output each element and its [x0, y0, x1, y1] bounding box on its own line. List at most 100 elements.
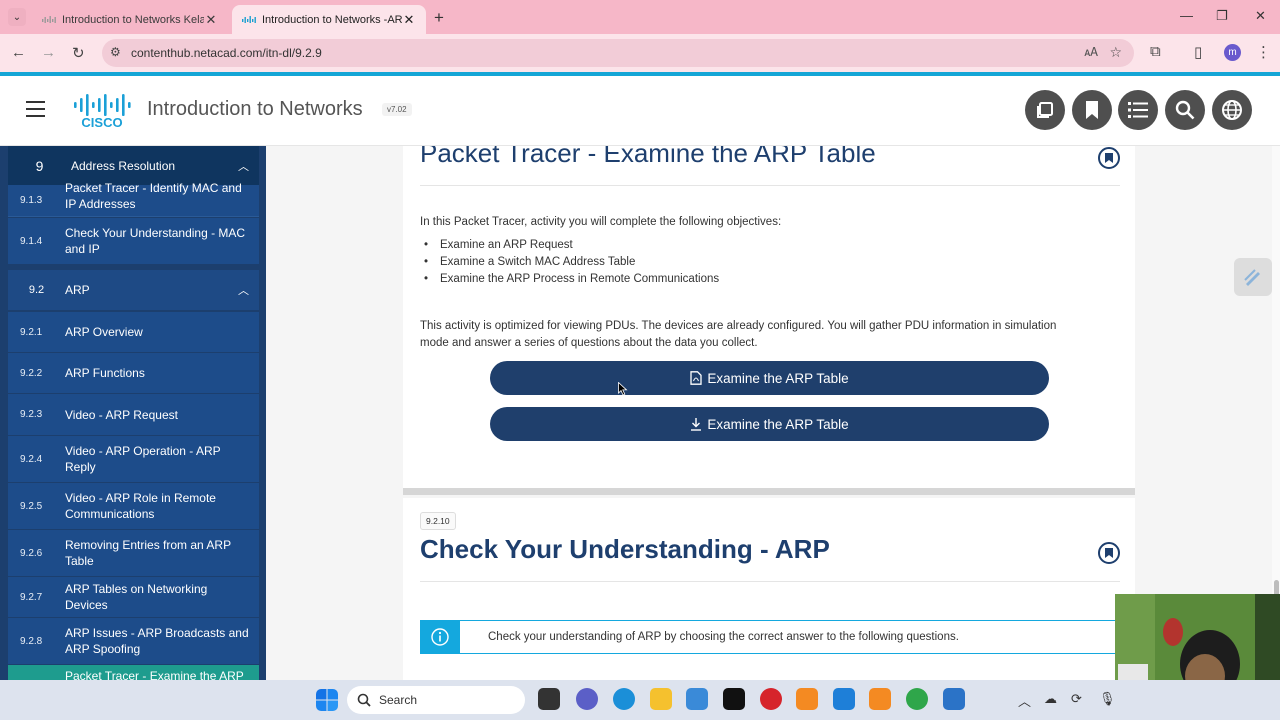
store-icon[interactable]	[686, 688, 708, 710]
list-item: Examine an ARP Request	[420, 237, 719, 254]
chrome-icon[interactable]	[906, 688, 928, 710]
forward-arrow-icon[interactable]: →	[41, 44, 56, 61]
sidebar-item-9-2-4[interactable]: 9.2.4 Video - ARP Operation - ARP Reply	[8, 436, 259, 482]
notepad-icon[interactable]	[943, 688, 965, 710]
hamburger-menu-icon[interactable]	[26, 101, 45, 117]
section-label: ARP	[65, 283, 90, 297]
xampp-icon[interactable]	[796, 688, 818, 710]
url-text[interactable]: contenthub.netacad.com/itn-dl/9.2.9	[131, 46, 322, 60]
item-label: Packet Tracer - Examine the ARP	[65, 669, 244, 680]
sidebar-section-9-2[interactable]: 9.2 ARP ︿	[8, 270, 259, 310]
instructions-pdf-button[interactable]: Examine the ARP Table	[490, 361, 1049, 395]
sidebar-item-9-1-4[interactable]: 9.1.4 Check Your Understanding - MAC and…	[8, 218, 259, 264]
stacked-windows-icon	[1037, 102, 1053, 118]
minimize-icon[interactable]: —	[1180, 8, 1193, 23]
task-view-icon[interactable]	[538, 688, 560, 710]
version-badge: v7.02	[382, 103, 412, 116]
search-button[interactable]	[1165, 90, 1205, 130]
new-tab-plus-icon[interactable]: +	[434, 8, 444, 28]
item-label: Removing Entries from an ARP Table	[65, 538, 231, 568]
sidebar-item-9-2-6[interactable]: 9.2.6 Removing Entries from an ARP Table	[8, 530, 259, 576]
taskbar-search-box[interactable]: Search	[347, 686, 525, 714]
window-close-icon[interactable]: ✕	[1255, 8, 1266, 24]
pencil-icon	[1244, 269, 1260, 286]
browser-tab-1[interactable]: Introduction to Networks Kelas ✕	[32, 5, 228, 34]
section-number-badge: 9.2.10	[420, 512, 456, 530]
item-label: ARP Overview	[65, 325, 143, 339]
list-icon	[1128, 102, 1148, 118]
extensions-icon[interactable]: ⧉	[1150, 43, 1161, 60]
reload-icon[interactable]: ↻	[72, 44, 85, 62]
download-pka-button[interactable]: Examine the ARP Table	[490, 407, 1049, 441]
item-label: Packet Tracer - Identify MAC and IP Addr…	[65, 180, 242, 211]
edge-browser-icon[interactable]	[613, 688, 635, 710]
file-explorer-icon[interactable]	[650, 688, 672, 710]
bookmarks-button[interactable]	[1072, 90, 1112, 130]
download-icon	[690, 417, 702, 431]
cisco-favicon-icon	[42, 15, 56, 24]
close-tab-icon[interactable]: ✕	[204, 12, 218, 28]
floating-tool-button[interactable]	[1234, 258, 1272, 296]
info-icon	[420, 620, 460, 654]
item-label: ARP Issues - ARP Broadcasts and ARP Spoo…	[65, 626, 249, 656]
bookmark-icon	[1105, 548, 1113, 558]
tray-overflow-chevron-icon[interactable]: ︿	[1018, 691, 1031, 710]
language-button[interactable]	[1212, 90, 1252, 130]
index-button[interactable]	[1118, 90, 1158, 130]
profile-avatar[interactable]: m	[1224, 44, 1241, 61]
intellij-icon[interactable]	[723, 688, 745, 710]
opera-icon[interactable]	[760, 688, 782, 710]
translate-icon[interactable]: 🗚	[1084, 45, 1098, 60]
vscode-icon[interactable]	[833, 688, 855, 710]
cisco-favicon-icon	[242, 15, 256, 24]
item-number: 9.2.4	[20, 453, 43, 465]
chevron-up-icon[interactable]: ︿	[238, 158, 249, 174]
title-divider	[420, 581, 1120, 582]
xampp-icon[interactable]	[869, 688, 891, 710]
sync-icon[interactable]: ⟳	[1071, 691, 1082, 707]
info-text: Check your understanding of ARP by choos…	[488, 631, 959, 643]
item-label: Video - ARP Role in Remote Communication…	[65, 491, 216, 521]
site-info-icon[interactable]: ⚙	[110, 45, 121, 59]
item-number: 9.2.6	[20, 547, 43, 559]
course-navigation-sidebar: 9 Address Resolution ︿ 9.1.3 Packet Trac…	[0, 146, 266, 680]
bookmark-star-icon[interactable]: ☆	[1109, 44, 1122, 61]
sidebar-item-9-2-3[interactable]: 9.2.3 Video - ARP Request	[8, 394, 259, 435]
sidebar-item-9-2-1[interactable]: 9.2.1 ARP Overview	[8, 312, 259, 352]
address-bar[interactable]: ⚙ contenthub.netacad.com/itn-dl/9.2.9 🗚 …	[102, 39, 1134, 67]
resources-button[interactable]	[1025, 90, 1065, 130]
sidebar-item-9-2-2[interactable]: 9.2.2 ARP Functions	[8, 353, 259, 393]
cloud-icon[interactable]: ☁	[1044, 691, 1057, 707]
pdf-document-icon	[690, 371, 702, 385]
course-title: Introduction to Networks	[147, 98, 363, 120]
bookmark-topic-button[interactable]	[1098, 147, 1120, 169]
browser-tab-2[interactable]: Introduction to Networks -ARP ✕	[232, 5, 426, 34]
note-line-1: This activity is optimized for viewing P…	[420, 320, 1057, 332]
teams-chat-icon[interactable]	[576, 688, 598, 710]
list-item: Examine the ARP Process in Remote Commun…	[420, 271, 719, 288]
sidebar-item-9-1-3[interactable]: 9.1.3 Packet Tracer - Identify MAC and I…	[8, 181, 259, 217]
search-label: Search	[379, 693, 418, 707]
bookmark-topic-button[interactable]	[1098, 542, 1120, 564]
more-menu-icon[interactable]: ⋮	[1256, 43, 1271, 61]
sidebar-item-9-2-8[interactable]: 9.2.8 ARP Issues - ARP Broadcasts and AR…	[8, 618, 259, 664]
item-number: 9.2.2	[20, 367, 43, 379]
close-tab-icon[interactable]: ✕	[402, 12, 416, 28]
tab-title: Introduction to Networks -ARP	[262, 13, 402, 26]
packet-tracer-card: Packet Tracer - Examine the ARP Table In…	[403, 146, 1135, 488]
side-panel-icon[interactable]: ▯	[1194, 43, 1202, 61]
sidebar-item-9-2-9-active[interactable]: Packet Tracer - Examine the ARP	[8, 665, 259, 680]
item-number: 9.2.5	[20, 500, 43, 512]
microphone-icon[interactable]: 🎙	[1099, 691, 1116, 707]
windows-start-icon[interactable]	[316, 689, 338, 711]
sidebar-item-9-2-7[interactable]: 9.2.7 ARP Tables on Networking Devices	[8, 577, 259, 617]
browser-toolbar: ← → ↻ ⚙ contenthub.netacad.com/itn-dl/9.…	[0, 34, 1280, 72]
tab-search-chevron-icon[interactable]: ⌄	[8, 8, 26, 26]
sidebar-item-9-2-5[interactable]: 9.2.5 Video - ARP Role in Remote Communi…	[8, 483, 259, 529]
maximize-icon[interactable]: ❐	[1216, 8, 1228, 24]
chevron-up-icon[interactable]: ︿	[238, 282, 249, 298]
cisco-logo[interactable]: CISCO	[73, 94, 131, 130]
search-icon	[357, 693, 371, 707]
button-label: Examine the ARP Table	[707, 416, 849, 432]
back-arrow-icon[interactable]: ←	[11, 44, 26, 61]
